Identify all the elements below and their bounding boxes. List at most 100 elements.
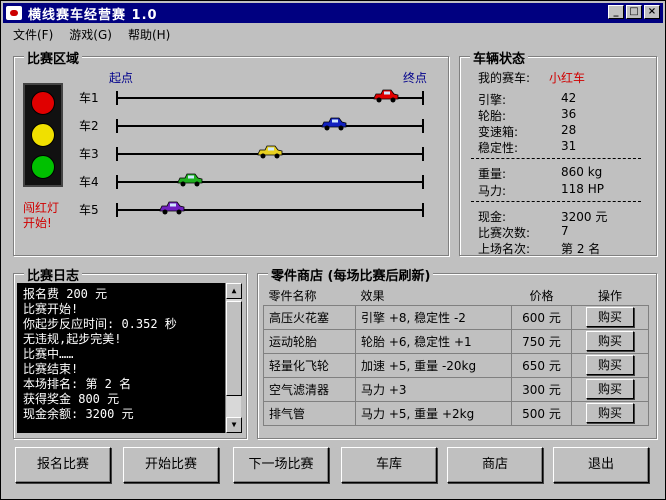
finish-tick bbox=[422, 119, 424, 133]
part-name: 运动轮胎 bbox=[263, 328, 356, 354]
part-name: 空气滤清器 bbox=[263, 376, 356, 402]
races-label: 比赛次数: bbox=[478, 226, 531, 240]
finish-tick bbox=[422, 91, 424, 105]
engine-value: 42 bbox=[561, 91, 577, 105]
scroll-up-icon[interactable]: ▲ bbox=[226, 283, 242, 299]
parts-shop-table: 零件名称 效果 价格 操作 高压火花塞 引擎 +8, 稳定性 -2 600 元购买运… bbox=[263, 287, 649, 435]
part-name: 高压火花塞 bbox=[263, 304, 356, 330]
start-race-button[interactable]: 开始比赛 bbox=[123, 447, 219, 483]
part-effect: 轮胎 +6, 稳定性 +1 bbox=[355, 328, 512, 354]
power-value: 118 HP bbox=[561, 182, 604, 196]
shop-row: 轻量化飞轮 加速 +5, 重量 -20kg 650 元购买 bbox=[263, 352, 649, 378]
buy-button[interactable]: 购买 bbox=[586, 307, 634, 327]
green-light-icon bbox=[31, 155, 55, 179]
title-bar: 横线赛车经营赛 1.0 _ □ × bbox=[3, 3, 663, 23]
log-line: 获得奖金 800 元 bbox=[23, 392, 120, 406]
register-race-button[interactable]: 报名比赛 bbox=[15, 447, 111, 483]
lane-label: 车1 bbox=[79, 91, 99, 105]
scroll-down-icon[interactable]: ▼ bbox=[226, 417, 242, 433]
car-icon bbox=[373, 89, 399, 103]
part-price: 650 元 bbox=[511, 352, 572, 378]
traffic-light bbox=[23, 83, 63, 187]
buy-button[interactable]: 购买 bbox=[586, 355, 634, 375]
engine-label: 引擎: bbox=[478, 93, 507, 107]
lane-label: 车3 bbox=[79, 147, 99, 161]
buy-button[interactable]: 购买 bbox=[586, 379, 634, 399]
log-line: 现金余额: 3200 元 bbox=[23, 407, 134, 421]
finish-tick bbox=[422, 175, 424, 189]
status-divider-1 bbox=[471, 158, 641, 159]
track-line bbox=[117, 181, 423, 183]
part-name: 排气管 bbox=[263, 400, 356, 426]
car-icon bbox=[257, 145, 283, 159]
part-effect: 加速 +5, 重量 -20kg bbox=[355, 352, 512, 378]
part-price: 600 元 bbox=[511, 304, 572, 330]
finish-label: 终点 bbox=[403, 71, 428, 85]
my-car-name: 小红车 bbox=[549, 71, 586, 85]
col-header-price: 价格 bbox=[529, 289, 554, 304]
last-rank-label: 上场名次: bbox=[478, 242, 531, 256]
menu-game[interactable]: 游戏(G) bbox=[67, 26, 114, 43]
close-button[interactable]: × bbox=[644, 5, 660, 19]
next-race-button[interactable]: 下一场比赛 bbox=[233, 447, 329, 483]
my-car-label: 我的赛车: bbox=[478, 71, 531, 85]
maximize-button[interactable]: □ bbox=[626, 5, 642, 19]
race-log-legend: 比赛日志 bbox=[24, 265, 83, 284]
buy-button[interactable]: 购买 bbox=[586, 403, 634, 423]
cash-label: 现金: bbox=[478, 210, 507, 224]
finish-tick bbox=[422, 203, 424, 217]
status-divider-2 bbox=[471, 201, 641, 202]
cash-value: 3200 元 bbox=[561, 210, 608, 224]
menu-bar: 文件(F) 游戏(G) 帮助(H) bbox=[3, 25, 172, 43]
last-rank-value: 第 2 名 bbox=[561, 242, 601, 256]
shop-row: 排气管 马力 +5, 重量 +2kg 500 元购买 bbox=[263, 400, 649, 426]
race-log-text[interactable]: 报名费 200 元比赛开始! 你起步反应时间: 0.352 秒无违规,起步完美! 比… bbox=[17, 283, 242, 433]
power-label: 马力: bbox=[478, 184, 507, 198]
log-line: 报名费 200 元 bbox=[23, 287, 108, 301]
shop-row: 空气滤清器 马力 +3 300 元购买 bbox=[263, 376, 649, 402]
weight-value: 860 kg bbox=[561, 165, 603, 179]
start-label: 起点 bbox=[109, 71, 134, 85]
stability-label: 稳定性: bbox=[478, 141, 519, 155]
menu-help[interactable]: 帮助(H) bbox=[126, 26, 172, 43]
exit-button[interactable]: 退出 bbox=[553, 447, 649, 483]
parts-shop-legend: 零件商店 (每场比赛后刷新) bbox=[268, 265, 434, 284]
shop-row: 运动轮胎 轮胎 +6, 稳定性 +1 750 元购买 bbox=[263, 328, 649, 354]
finish-tick bbox=[422, 147, 424, 161]
part-name: 轻量化飞轮 bbox=[263, 352, 356, 378]
minimize-button[interactable]: _ bbox=[608, 5, 624, 19]
log-scrollbar[interactable]: ▲ ▼ bbox=[225, 283, 242, 433]
col-header-action: 操作 bbox=[597, 289, 622, 304]
col-header-effect: 效果 bbox=[360, 289, 385, 304]
lane-label: 车5 bbox=[79, 203, 99, 217]
garage-button[interactable]: 车库 bbox=[341, 447, 437, 483]
menu-file[interactable]: 文件(F) bbox=[11, 26, 55, 43]
start-text: 开始! bbox=[23, 216, 52, 230]
red-light-icon bbox=[31, 91, 55, 115]
start-tick bbox=[116, 119, 118, 133]
window-title: 横线赛车经营赛 1.0 bbox=[28, 7, 158, 23]
log-line: 无违规,起步完美! bbox=[23, 332, 122, 346]
car-icon bbox=[159, 201, 185, 215]
part-action-cell: 购买 bbox=[571, 400, 649, 426]
yellow-light-icon bbox=[31, 123, 55, 147]
shop-row: 高压火花塞 引擎 +8, 稳定性 -2 600 元购买 bbox=[263, 304, 649, 330]
main-window: 横线赛车经营赛 1.0 _ □ × 文件(F) 游戏(G) 帮助(H) 比赛区域… bbox=[0, 0, 666, 500]
part-action-cell: 购买 bbox=[571, 304, 649, 330]
scroll-thumb[interactable] bbox=[226, 301, 242, 396]
stability-value: 31 bbox=[561, 139, 577, 153]
part-price: 750 元 bbox=[511, 328, 572, 354]
shop-button[interactable]: 商店 bbox=[447, 447, 543, 483]
log-line: 比赛结束! bbox=[23, 362, 79, 376]
tires-label: 轮胎: bbox=[478, 109, 507, 123]
start-tick bbox=[116, 203, 118, 217]
races-value: 7 bbox=[561, 224, 569, 238]
tires-value: 36 bbox=[561, 107, 577, 121]
buy-button[interactable]: 购买 bbox=[586, 331, 634, 351]
log-line: 比赛开始! bbox=[23, 302, 79, 316]
part-effect: 引擎 +8, 稳定性 -2 bbox=[355, 304, 512, 330]
weight-label: 重量: bbox=[478, 167, 507, 181]
gearbox-value: 28 bbox=[561, 123, 577, 137]
part-action-cell: 购买 bbox=[571, 376, 649, 402]
log-line: 比赛中…… bbox=[23, 347, 74, 361]
